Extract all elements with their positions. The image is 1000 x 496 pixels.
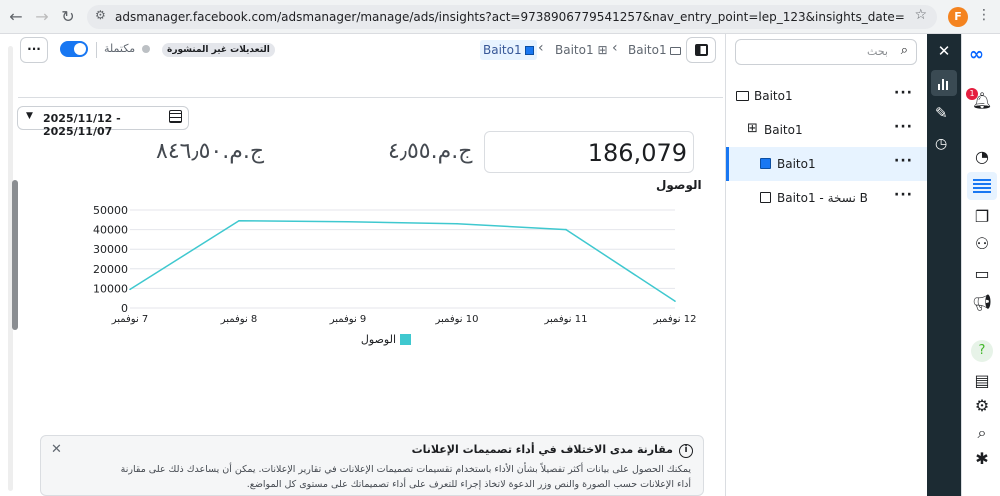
legend-swatch [400, 334, 411, 345]
ad-icon [525, 46, 535, 55]
info-body-line2: أداء الإعلانات حسب الصورة والنص وزر الدع… [246, 479, 691, 490]
notifications-bell-icon[interactable]: 🔔︎ 1 [966, 88, 993, 112]
folder-icon [736, 91, 749, 101]
data-point [674, 300, 676, 302]
x-tick-label: 12 نوفمبر [653, 314, 697, 325]
folder-icon [670, 46, 682, 55]
y-tick-label: 50000 [93, 204, 128, 217]
data-point [565, 228, 567, 231]
history-clock-icon[interactable]: ◷ [935, 136, 947, 152]
breadcrumb-campaign[interactable]: Baito1 [628, 43, 682, 57]
insights-bar-chart-icon[interactable] [931, 70, 957, 96]
tree-item-ad-copy[interactable]: Baito1 - نسخة B ··· [726, 181, 927, 215]
catalog-pages-icon[interactable]: ❐ [971, 206, 993, 228]
scrollbar-thumb[interactable] [12, 180, 18, 330]
info-title: مقارنة مدى الاختلاف في أداء تصميمات الإع… [411, 443, 673, 456]
edit-pencil-icon[interactable]: ✎ [935, 104, 948, 122]
calendar-icon [169, 110, 182, 123]
dropdown-arrow-icon: ▼ [26, 111, 33, 121]
help-question-icon[interactable]: ? [971, 340, 993, 362]
amount-spent-value: ج.م.‏٨٤٦٫٥٠ [156, 139, 265, 164]
reach-metric-box[interactable]: 186,079 [484, 131, 694, 173]
campaign-megaphone-icon[interactable]: 📢︎ [971, 292, 993, 314]
status-label: مكتملة [104, 42, 136, 55]
status-dot-icon [142, 45, 150, 53]
grid-icon: ⊞ [747, 121, 758, 136]
tree-item-campaign[interactable]: Baito1 ··· [726, 79, 927, 113]
address-bar[interactable]: ⚙ adsmanager.facebook.com/adsmanager/man… [87, 5, 937, 29]
cost-per-result-value: ج.م.‏٤٫٥٥ [388, 139, 473, 164]
more-options-icon[interactable]: ··· [894, 119, 913, 135]
divider [96, 42, 97, 58]
breadcrumb-ad[interactable]: Baito1 [480, 40, 538, 60]
back-arrow-icon[interactable]: ← [5, 6, 27, 28]
close-icon[interactable]: ✕ [51, 442, 62, 457]
account-id-card-icon[interactable]: ▤ [971, 370, 993, 392]
notification-badge: 1 [966, 88, 978, 100]
bookmark-star-icon[interactable]: ☆ [914, 7, 927, 23]
info-body-line1: يمكنك الحصول على بيانات أكثر تفصيلاً بشأ… [120, 464, 691, 475]
url-text[interactable]: adsmanager.facebook.com/adsmanager/manag… [115, 10, 905, 24]
audiences-people-icon[interactable]: ⚇ [971, 233, 993, 255]
settings-gear-icon[interactable]: ⚙ [971, 395, 993, 417]
tools-rail: ✕ ✎ ◷ [927, 34, 961, 496]
x-tick-label: 7 نوفمبر [111, 314, 149, 325]
more-options-icon[interactable]: ··· [894, 187, 913, 203]
panel-toggle-button[interactable] [686, 37, 716, 63]
reload-icon[interactable]: ↻ [57, 6, 79, 28]
dashboard-gauge-icon[interactable]: ◔ [971, 146, 993, 168]
meta-logo-icon[interactable]: ∞ [969, 44, 984, 65]
sidebar-toggle-icon [695, 44, 708, 56]
date-range-picker[interactable]: ▼ 2025/11/12 - 2025/11/07 [17, 106, 189, 138]
more-options-button[interactable]: ··· [20, 37, 48, 63]
x-tick-label: 11 نوفمبر [544, 314, 588, 325]
x-tick-label: 9 نوفمبر [329, 314, 367, 325]
data-point [347, 220, 349, 223]
breadcrumb-adset[interactable]: Baito1 ⊞ [555, 43, 608, 57]
x-tick-label: 8 نوفمبر [220, 314, 258, 325]
bug-report-icon[interactable]: ✱ [971, 448, 993, 470]
chevron-left-icon: ‹ [612, 40, 618, 56]
profile-avatar[interactable]: F [948, 7, 968, 27]
tree-item-adset[interactable]: ⊞ Baito1 ··· [726, 113, 927, 147]
browser-toolbar: ← → ↻ ⚙ adsmanager.facebook.com/adsmanag… [0, 0, 1000, 34]
unpublished-badge: التعديلات غير المنشورة [162, 43, 275, 57]
series-line [129, 220, 676, 302]
y-tick-label: 20000 [93, 263, 128, 276]
search-icon: ⌕ [900, 43, 908, 58]
close-icon[interactable]: ✕ [931, 38, 957, 64]
reach-value: 186,079 [587, 139, 687, 167]
ads-manager-table-icon[interactable] [967, 172, 997, 200]
chart-title: الوصول [656, 178, 702, 192]
campaign-tree-panel: ⌕ بحث Baito1 ··· ⊞ Baito1 ··· Baito1 ···… [725, 34, 927, 496]
info-icon: i [679, 444, 693, 458]
billing-card-icon[interactable]: ▭ [971, 263, 993, 285]
y-tick-label: 40000 [93, 224, 128, 237]
ad-outline-icon [760, 192, 771, 203]
info-notice-card: ✕ i مقارنة مدى الاختلاف في أداء تصميمات … [40, 435, 704, 496]
data-point [129, 288, 131, 291]
more-options-icon[interactable]: ··· [894, 85, 913, 101]
grid-icon: ⊞ [597, 43, 608, 57]
site-info-icon[interactable]: ⚙ [95, 8, 106, 22]
ad-icon [760, 158, 771, 169]
data-point [238, 219, 240, 222]
chevron-left-icon: ‹ [538, 40, 544, 56]
toolbar-divider [18, 97, 723, 98]
legend-label: الوصول [361, 333, 396, 346]
data-point [456, 222, 458, 225]
more-options-icon[interactable]: ··· [894, 153, 913, 169]
y-tick-label: 30000 [93, 243, 128, 256]
x-tick-label: 10 نوفمبر [435, 314, 479, 325]
search-input[interactable]: ⌕ بحث [735, 39, 917, 65]
ads-manager-nav-rail: ∞ 🔔︎ 1 ◔ ❐ ⚇ ▭ 📢︎ ? ▤ ⚙ ⌕ ✱ [961, 34, 1000, 496]
tree-item-ad-selected[interactable]: Baito1 ··· [726, 147, 927, 181]
reach-line-chart: 010000200003000040000500007 نوفمبر 8 نوفم… [93, 204, 697, 346]
search-icon[interactable]: ⌕ [971, 422, 993, 444]
forward-arrow-icon[interactable]: → [31, 6, 53, 28]
y-tick-label: 10000 [93, 282, 128, 295]
browser-menu-icon[interactable]: ⋮ [977, 7, 991, 23]
ad-toggle-switch[interactable] [60, 41, 88, 57]
